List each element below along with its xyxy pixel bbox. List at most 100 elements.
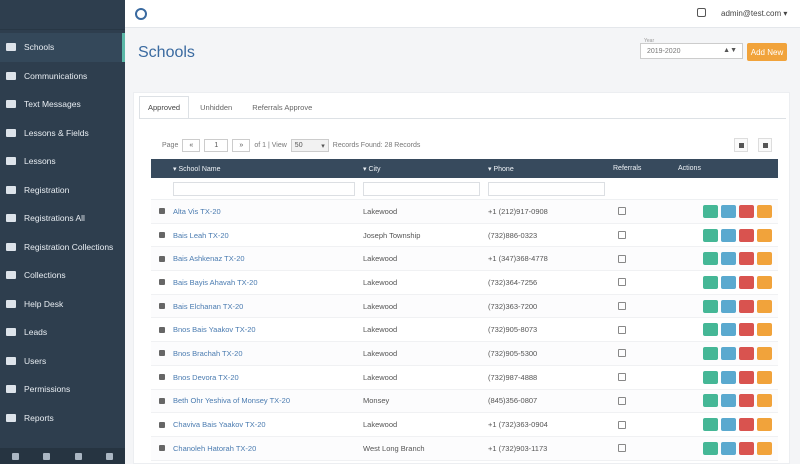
- expand-icon[interactable]: [159, 421, 165, 428]
- expand-cell[interactable]: [151, 374, 173, 381]
- school-name-link[interactable]: Bnos Bais Yaakov TX-20: [173, 325, 363, 334]
- view-icon[interactable]: [703, 252, 718, 266]
- expand-cell[interactable]: [151, 208, 173, 215]
- expand-cell[interactable]: [151, 303, 173, 310]
- school-name-link[interactable]: Bais Bayis Ahavah TX-20: [173, 278, 363, 287]
- referrals-checkbox[interactable]: [618, 325, 626, 334]
- expand-icon[interactable]: [159, 350, 165, 357]
- expand-icon[interactable]: [159, 397, 165, 404]
- expand-icon[interactable]: [159, 303, 165, 310]
- referrals-checkbox[interactable]: [618, 207, 626, 216]
- more-icon[interactable]: [757, 418, 772, 432]
- delete-icon[interactable]: [739, 346, 754, 360]
- settings-icon[interactable]: [12, 452, 20, 460]
- referrals-checkbox[interactable]: [618, 302, 626, 311]
- sidebar-item-communications[interactable]: Communications: [0, 62, 125, 91]
- view-icon[interactable]: [703, 418, 718, 432]
- expand-cell[interactable]: [151, 279, 173, 286]
- view-icon[interactable]: [703, 299, 718, 313]
- more-icon[interactable]: [757, 370, 772, 384]
- sidebar-item-lessons[interactable]: Lessons: [0, 147, 125, 176]
- view-icon[interactable]: [703, 441, 718, 455]
- expand-cell[interactable]: [151, 445, 173, 452]
- school-name-link[interactable]: Alta Vis TX-20: [173, 207, 363, 216]
- edit-icon[interactable]: [721, 228, 736, 242]
- edit-icon[interactable]: [721, 441, 736, 455]
- more-icon[interactable]: [757, 441, 772, 455]
- column-header-city[interactable]: ▾ City: [363, 165, 488, 173]
- delete-icon[interactable]: [739, 228, 754, 242]
- sidebar-item-permissions[interactable]: Permissions: [0, 375, 125, 404]
- sidebar-item-registration[interactable]: Registration: [0, 176, 125, 205]
- edit-icon[interactable]: [721, 418, 736, 432]
- expand-cell[interactable]: [151, 421, 173, 428]
- add-new-button[interactable]: Add New: [747, 43, 787, 61]
- school-name-link[interactable]: Beth Ohr Yeshiva of Monsey TX-20: [173, 396, 363, 405]
- expand-icon[interactable]: [159, 374, 165, 381]
- delete-icon[interactable]: [739, 323, 754, 337]
- pager-per-page-select[interactable]: 50 ▾: [290, 139, 329, 152]
- delete-icon[interactable]: [739, 394, 754, 408]
- referrals-checkbox[interactable]: [618, 396, 626, 405]
- view-icon[interactable]: [703, 204, 718, 218]
- expand-icon[interactable]: [159, 326, 165, 333]
- lock-icon[interactable]: [74, 452, 82, 460]
- export-icon[interactable]: [758, 138, 772, 152]
- delete-icon[interactable]: [739, 370, 754, 384]
- edit-icon[interactable]: [721, 275, 736, 289]
- school-name-link[interactable]: Chanoleh Hatorah TX-20: [173, 444, 363, 453]
- referrals-checkbox[interactable]: [618, 254, 626, 263]
- expand-cell[interactable]: [151, 326, 173, 333]
- sidebar-item-leads[interactable]: Leads: [0, 318, 125, 347]
- more-icon[interactable]: [757, 275, 772, 289]
- expand-cell[interactable]: [151, 397, 173, 404]
- notification-icon[interactable]: [697, 8, 706, 17]
- column-header-referrals[interactable]: Referrals: [613, 165, 678, 172]
- school-name-link[interactable]: Bnos Devora TX-20: [173, 373, 363, 382]
- delete-icon[interactable]: [739, 275, 754, 289]
- sidebar-item-reports[interactable]: Reports: [0, 404, 125, 433]
- sidebar-item-schools[interactable]: Schools: [0, 33, 125, 62]
- school-name-filter[interactable]: [173, 181, 355, 196]
- year-select[interactable]: 2019-2020 ▲▼: [640, 43, 743, 59]
- expand-icon[interactable]: [159, 232, 165, 239]
- more-icon[interactable]: [757, 228, 772, 242]
- tab-approved[interactable]: Approved: [139, 96, 190, 118]
- delete-icon[interactable]: [739, 299, 754, 313]
- more-icon[interactable]: [757, 204, 772, 218]
- school-name-link[interactable]: Bais Ashkenaz TX-20: [173, 254, 363, 263]
- referrals-checkbox[interactable]: [618, 349, 626, 358]
- sidebar-item-lessons-fields[interactable]: Lessons & Fields: [0, 119, 125, 148]
- sidebar-item-users[interactable]: Users: [0, 347, 125, 376]
- edit-icon[interactable]: [721, 204, 736, 218]
- referrals-checkbox[interactable]: [618, 373, 626, 382]
- pager-page-input[interactable]: 1: [204, 139, 229, 152]
- sidebar-item-collections[interactable]: Collections: [0, 261, 125, 290]
- expand-cell[interactable]: [151, 255, 173, 262]
- sidebar-item-registrations-all[interactable]: Registrations All: [0, 204, 125, 233]
- view-icon[interactable]: [703, 346, 718, 360]
- edit-icon[interactable]: [721, 323, 736, 337]
- column-header-school-name[interactable]: ▾ School Name: [173, 165, 363, 173]
- view-icon[interactable]: [703, 275, 718, 289]
- edit-icon[interactable]: [721, 370, 736, 384]
- more-icon[interactable]: [757, 394, 772, 408]
- referrals-checkbox[interactable]: [618, 278, 626, 287]
- sidebar-item-text-messages[interactable]: Text Messages: [0, 90, 125, 119]
- edit-icon[interactable]: [721, 299, 736, 313]
- fullscreen-icon[interactable]: [43, 452, 51, 460]
- expand-cell[interactable]: [151, 232, 173, 239]
- phone-filter[interactable]: [488, 181, 605, 196]
- menu-toggle-icon[interactable]: [135, 8, 147, 20]
- delete-icon[interactable]: [739, 252, 754, 266]
- column-header-actions[interactable]: Actions: [678, 165, 738, 172]
- school-name-link[interactable]: Bais Leah TX-20: [173, 231, 363, 240]
- tab-unhidden[interactable]: Unhidden: [191, 96, 241, 118]
- expand-icon[interactable]: [159, 255, 165, 262]
- city-filter[interactable]: [363, 181, 480, 196]
- expand-cell[interactable]: [151, 350, 173, 357]
- referrals-checkbox[interactable]: [618, 444, 626, 453]
- referrals-checkbox[interactable]: [618, 420, 626, 429]
- pager-next-button[interactable]: »: [232, 139, 251, 152]
- sidebar-item-registration-collections[interactable]: Registration Collections: [0, 233, 125, 262]
